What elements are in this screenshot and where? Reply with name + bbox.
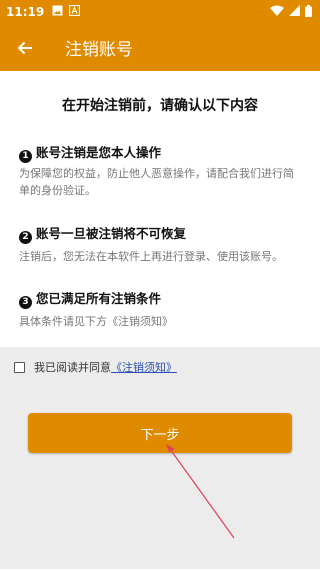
agreement-row: 我已阅读并同意 《注销须知》 — [14, 359, 177, 375]
section-title-1: 1 账号注销是您本人操作 — [19, 142, 161, 163]
number-badge-icon: 3 — [19, 296, 32, 309]
page-title: 注销账号 — [65, 40, 133, 60]
section-body-1: 为保障您的权益，防止他人恶意操作，请配合我们进行简单的身份验证。 — [19, 167, 294, 197]
agreement-checkbox[interactable] — [14, 361, 25, 373]
number-badge-icon: 1 — [19, 150, 32, 163]
section-title-text: 账号一旦被注销将不可恢复 — [36, 226, 187, 241]
section-title-text: 账号注销是您本人操作 — [36, 145, 162, 160]
section-title-2: 2 账号一旦被注销将不可恢复 — [19, 223, 186, 244]
wifi-icon — [270, 5, 284, 19]
agreement-text: 我已阅读并同意 — [34, 361, 111, 374]
app-bar: 注销账号 — [0, 24, 320, 71]
arrow-left-icon[interactable] — [13, 36, 37, 60]
status-time: 11:19 — [6, 5, 45, 19]
terms-link[interactable]: 《注销须知》 — [111, 359, 177, 375]
section-title-text: 您已满足所有注销条件 — [36, 291, 162, 306]
section-body-3: 具体条件请见下方《注销须知》 — [19, 315, 173, 328]
section-title-3: 3 您已满足所有注销条件 — [19, 288, 161, 309]
image-icon — [52, 5, 63, 19]
battery-icon — [305, 4, 312, 20]
number-badge-icon: 2 — [19, 231, 32, 244]
headline: 在开始注销前，请确认以下内容 — [62, 98, 258, 114]
signal-icon — [289, 5, 300, 19]
section-body-2: 注销后，您无法在本软件上再进行登录、使用该账号。 — [19, 250, 283, 263]
app-icon — [69, 4, 81, 19]
next-button[interactable]: 下一步 — [28, 413, 292, 453]
info-card: 在开始注销前，请确认以下内容 1 账号注销是您本人操作 为保障您的权益，防止他人恶… — [0, 71, 320, 347]
status-bar: 11:19 — [0, 0, 320, 24]
